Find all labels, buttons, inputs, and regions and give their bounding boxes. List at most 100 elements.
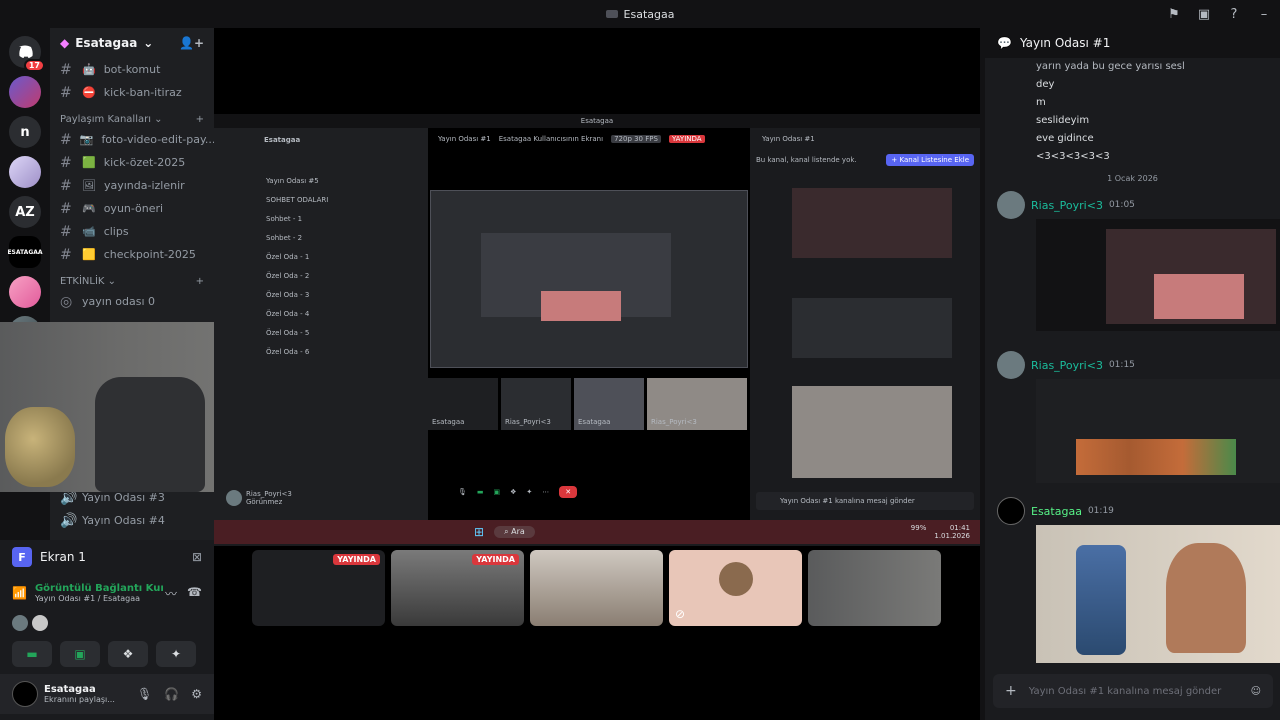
inner-category: SOHBET ODALARI <box>266 196 329 204</box>
channel-item[interactable]: # 🖼 yayında-izlenir <box>50 174 214 197</box>
channel-item[interactable]: # 🟨 checkpoint-2025 <box>50 243 214 266</box>
stream-view[interactable]: Esatagaa Esatagaa Yayın Odası #5 SOHBET … <box>214 28 980 720</box>
screen-share-row: F Ekran 1 ⊠ <box>0 540 214 574</box>
avatar <box>226 490 242 506</box>
voice-members <box>0 612 214 634</box>
attachment-image[interactable] <box>1036 219 1280 331</box>
title-bar: Esatagaa ⚑ ▣ ? – <box>0 0 1280 28</box>
add-channel-icon[interactable]: + <box>196 114 204 125</box>
avatar[interactable] <box>997 351 1025 379</box>
settings-icon[interactable]: ⚙ <box>191 687 202 701</box>
server-icon-pink[interactable] <box>9 276 41 308</box>
participant-tile[interactable]: ⊘ <box>669 550 802 626</box>
windows-start-icon: ⊞ <box>474 525 485 539</box>
gaming-chair <box>95 377 205 492</box>
avatar[interactable] <box>997 497 1025 525</box>
emoji-icon[interactable]: ☺ <box>1251 686 1261 697</box>
chat-message: Esatagaa 01:19 <box>985 497 1280 663</box>
inner-stream: Yayın Odası #1 Esatagaa Kullanıcısının E… <box>428 128 750 520</box>
attachment-image[interactable] <box>1036 525 1280 663</box>
channel-item[interactable]: # 🟩 kick-özet-2025 <box>50 151 214 174</box>
screen-share-icon[interactable]: ▣ <box>1196 6 1212 22</box>
inner-chat: Yayın Odası #1 Bu kanal, kanal listende … <box>750 128 980 520</box>
add-channel-icon[interactable]: + <box>196 276 204 287</box>
participant-tile[interactable] <box>808 550 941 626</box>
chat-line: eve gidince <box>1036 133 1094 144</box>
signal-icon: 📶 <box>12 586 27 600</box>
category-events[interactable]: ETKİNLİK ⌄ + <box>50 266 214 290</box>
inner-channel: Özel Oda - 3 <box>266 291 310 299</box>
add-member-icon[interactable]: 👤+ <box>179 36 204 50</box>
share-screen-button[interactable]: ▣ <box>60 641 100 667</box>
channel-item[interactable]: # 🎮 oyun-öneri <box>50 197 214 220</box>
hash-icon: # <box>60 177 72 194</box>
headphones-icon[interactable]: 🎧 <box>164 687 179 701</box>
server-icon-1[interactable] <box>9 76 41 108</box>
help-icon[interactable]: ? <box>1226 6 1242 22</box>
window-title: Esatagaa <box>605 8 674 21</box>
taskbar-search: ⌕ Ara <box>494 526 535 538</box>
camera-button[interactable]: ▬ <box>12 641 52 667</box>
participant-tile[interactable] <box>530 550 663 626</box>
avatar <box>719 562 753 596</box>
avatar[interactable] <box>32 615 48 631</box>
chat-header: 💬 Yayın Odası #1 <box>985 28 1280 58</box>
chat-line: yarın yada bu gece yarısı sesl <box>1036 61 1185 72</box>
microphone-icon[interactable]: 🎙 <box>137 687 152 701</box>
share-icon: ▣ <box>493 488 501 496</box>
channel-item[interactable]: # ⛔ kick-ban-itiraz <box>50 81 214 104</box>
minimize-icon[interactable]: – <box>1256 6 1272 22</box>
close-preview-icon[interactable]: ⊠ <box>192 550 202 564</box>
hash-icon: # <box>60 84 72 101</box>
guild-header[interactable]: ◆ Esatagaa ⌄ 👤+ <box>50 28 214 58</box>
channel-item[interactable]: # 🤖 bot-komut <box>50 58 214 81</box>
mic-icon: 🎙 <box>458 488 467 496</box>
voice-channel-item[interactable]: ◎ yayın odası 0 <box>50 290 214 313</box>
camera-icon: ▬ <box>476 488 484 496</box>
discord-home-icon[interactable]: 17 <box>9 36 45 72</box>
disconnect-icon[interactable]: ☎ <box>187 585 202 602</box>
add-attachment-icon[interactable]: + <box>1005 683 1017 699</box>
windows-taskbar: ⊞ ⌕ Ara 99% 01:41 1.01.2026 <box>214 520 980 544</box>
participant-tile[interactable]: YAYINDA <box>252 550 385 626</box>
noise-suppression-icon[interactable]: 〰 <box>165 585 177 602</box>
end-call-icon: ✕ <box>559 486 578 498</box>
voice-panel: F Ekran 1 ⊠ 📶 Görüntülü Bağlantı Kuı Yay… <box>0 540 214 720</box>
server-icon-n[interactable]: n <box>9 116 41 148</box>
category-share[interactable]: Paylaşım Kanalları ⌄ + <box>50 104 214 128</box>
inner-channel: Özel Oda - 6 <box>266 348 310 356</box>
inner-title-bar: Esatagaa <box>214 114 980 128</box>
message-input[interactable]: + Yayın Odası #1 kanalına mesaj gönder ☺ <box>993 674 1273 708</box>
inner-channel: Özel Oda - 4 <box>266 310 310 318</box>
soundboard-button[interactable]: ✦ <box>156 641 196 667</box>
chat-line: <3<3<3<3<3 <box>1036 151 1110 162</box>
server-icon-esatagaa[interactable]: ESATAGAA <box>7 236 43 268</box>
channel-item[interactable]: # 📹 clips <box>50 220 214 243</box>
chat-line: m <box>1036 97 1046 108</box>
hash-icon: # <box>60 61 72 78</box>
inner-channel: Özel Oda - 5 <box>266 329 310 337</box>
inner-channel: Sohbet - 2 <box>266 234 303 242</box>
chevron-down-icon: ⌄ <box>143 36 154 50</box>
user-panel: Esatagaa Ekranını paylaşı... 🎙 🎧 ⚙ <box>0 674 214 714</box>
avatar[interactable] <box>12 615 28 631</box>
guild-boost-icon: ◆ <box>60 36 70 50</box>
soundboard-icon: ✦ <box>526 488 533 496</box>
voice-channel-item[interactable]: 🔊 Yayın Odası #4 <box>50 509 214 532</box>
participant-tiles: YAYINDA YAYINDA ⊘ <box>252 550 941 626</box>
attachment-image[interactable] <box>1036 379 1280 483</box>
chat-line: seslideyim <box>1036 115 1090 126</box>
inner-channel: Özel Oda - 1 <box>266 253 310 261</box>
activities-button[interactable]: ❖ <box>108 641 148 667</box>
chat-line: dey <box>1036 79 1055 90</box>
server-icon-anime[interactable] <box>9 156 41 188</box>
plush-toy <box>5 407 75 487</box>
participant-tile[interactable]: YAYINDA <box>391 550 524 626</box>
inbox-flag-icon[interactable]: ⚑ <box>1166 6 1182 22</box>
avatar[interactable] <box>997 191 1025 219</box>
avatar[interactable] <box>12 681 38 707</box>
date-divider: 1 Ocak 2026 <box>1107 174 1158 183</box>
chat-message: Rias_Poyri<3 01:15 <box>985 351 1280 483</box>
server-icon-az[interactable]: AZ <box>9 196 41 228</box>
channel-item[interactable]: # 📷 foto-video-edit-pay... <box>50 128 214 151</box>
